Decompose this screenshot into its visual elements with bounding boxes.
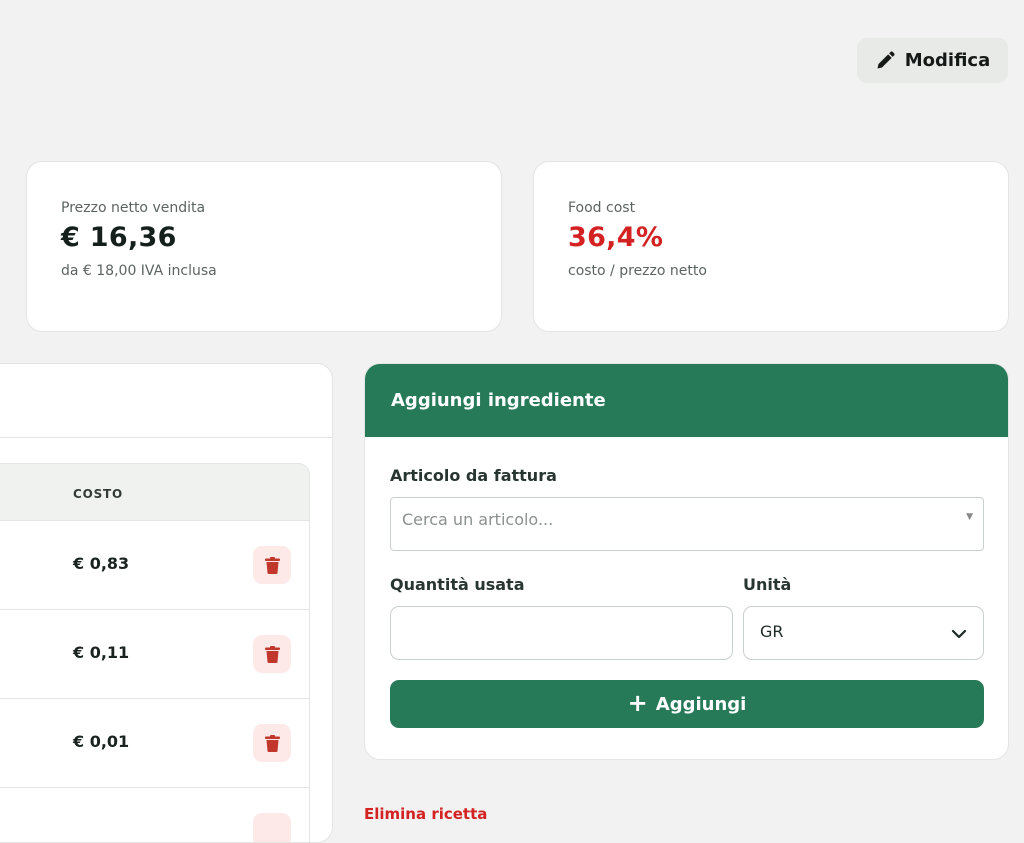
- add-ingredient-title: Aggiungi ingrediente: [365, 364, 1008, 437]
- trash-icon: [264, 645, 280, 663]
- pencil-icon: [877, 50, 895, 68]
- delete-ingredient-button[interactable]: [253, 813, 291, 842]
- trash-icon: [264, 734, 280, 752]
- unit-select[interactable]: GR: [743, 606, 984, 660]
- delete-ingredient-button[interactable]: [253, 546, 291, 584]
- quantity-field[interactable]: [390, 606, 733, 660]
- article-search-select[interactable]: Cerca un articolo... ▼: [390, 497, 984, 551]
- food-cost-card: Food cost 36,4% costo / prezzo netto: [533, 161, 1009, 332]
- table-row: € 0,01: [0, 699, 309, 788]
- net-price-label: Prezzo netto vendita: [61, 200, 206, 216]
- delete-recipe-link[interactable]: Elimina ricetta: [364, 805, 487, 823]
- food-cost-label: Food cost: [568, 200, 636, 216]
- card-divider: [0, 437, 332, 438]
- caret-down-icon: ▼: [966, 512, 973, 522]
- trash-icon: [264, 556, 280, 574]
- net-price-card: Prezzo netto vendita € 16,36 da € 18,00 …: [26, 161, 502, 332]
- article-label: Articolo da fattura: [390, 466, 557, 485]
- ingredients-table: COSTO € 0,83 € 0,11 € 0,01: [0, 463, 310, 842]
- chevron-down-icon: [951, 629, 967, 639]
- add-ingredient-card: Aggiungi ingrediente Articolo da fattura…: [364, 363, 1009, 760]
- table-row: € 0,11: [0, 610, 309, 699]
- article-placeholder: Cerca un articolo...: [402, 510, 554, 529]
- table-header: [0, 464, 309, 521]
- unit-label: Unità: [743, 575, 792, 594]
- delete-ingredient-button[interactable]: [253, 724, 291, 762]
- ingredients-card: COSTO € 0,83 € 0,11 € 0,01: [0, 363, 333, 843]
- column-header-cost: COSTO: [73, 487, 124, 501]
- net-price-value: € 16,36: [61, 222, 177, 253]
- net-price-sub: da € 18,00 IVA inclusa: [61, 263, 217, 279]
- unit-value: GR: [760, 622, 784, 641]
- food-cost-value: 36,4%: [568, 222, 664, 253]
- table-row: € 0,83: [0, 521, 309, 610]
- edit-button-label: Modifica: [904, 50, 991, 71]
- delete-ingredient-button[interactable]: [253, 635, 291, 673]
- row-cost: € 0,01: [73, 732, 130, 751]
- add-ingredient-button[interactable]: + Aggiungi: [390, 680, 984, 728]
- add-button-label: Aggiungi: [655, 693, 747, 715]
- food-cost-sub: costo / prezzo netto: [568, 263, 707, 279]
- table-row: [0, 788, 309, 842]
- quantity-label: Quantità usata: [390, 575, 525, 594]
- plus-icon: +: [627, 688, 648, 717]
- row-cost: € 0,83: [73, 554, 130, 573]
- edit-button[interactable]: Modifica: [857, 38, 1008, 83]
- row-cost: € 0,11: [73, 643, 130, 662]
